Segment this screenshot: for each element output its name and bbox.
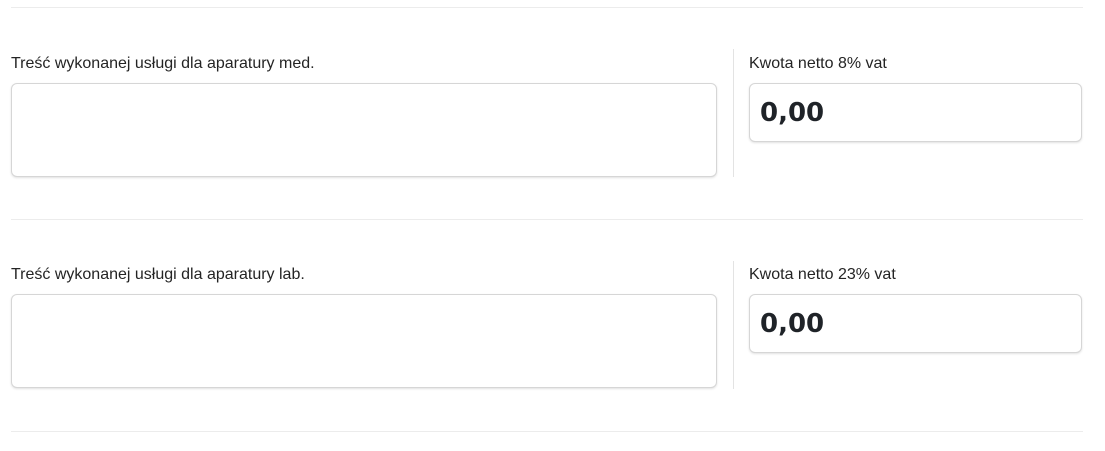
- column-divider: [733, 261, 734, 389]
- net-amount-label-23-vat: Kwota netto 23% vat: [749, 266, 896, 283]
- net-amount-input-23-vat[interactable]: [749, 294, 1082, 353]
- net-amount-input-8-vat[interactable]: [749, 83, 1082, 142]
- net-amount-label-8-vat: Kwota netto 8% vat: [749, 55, 887, 72]
- column-divider: [733, 49, 734, 177]
- service-description-label-lab: Treść wykonanej usługi dla aparatury lab…: [11, 266, 305, 283]
- section-divider-top: [11, 7, 1083, 8]
- section-divider-middle: [11, 219, 1083, 220]
- service-description-input-lab[interactable]: [11, 294, 717, 388]
- section-divider-bottom: [11, 431, 1083, 432]
- service-description-input-med[interactable]: [11, 83, 717, 177]
- service-description-label-med: Treść wykonanej usługi dla aparatury med…: [11, 55, 315, 72]
